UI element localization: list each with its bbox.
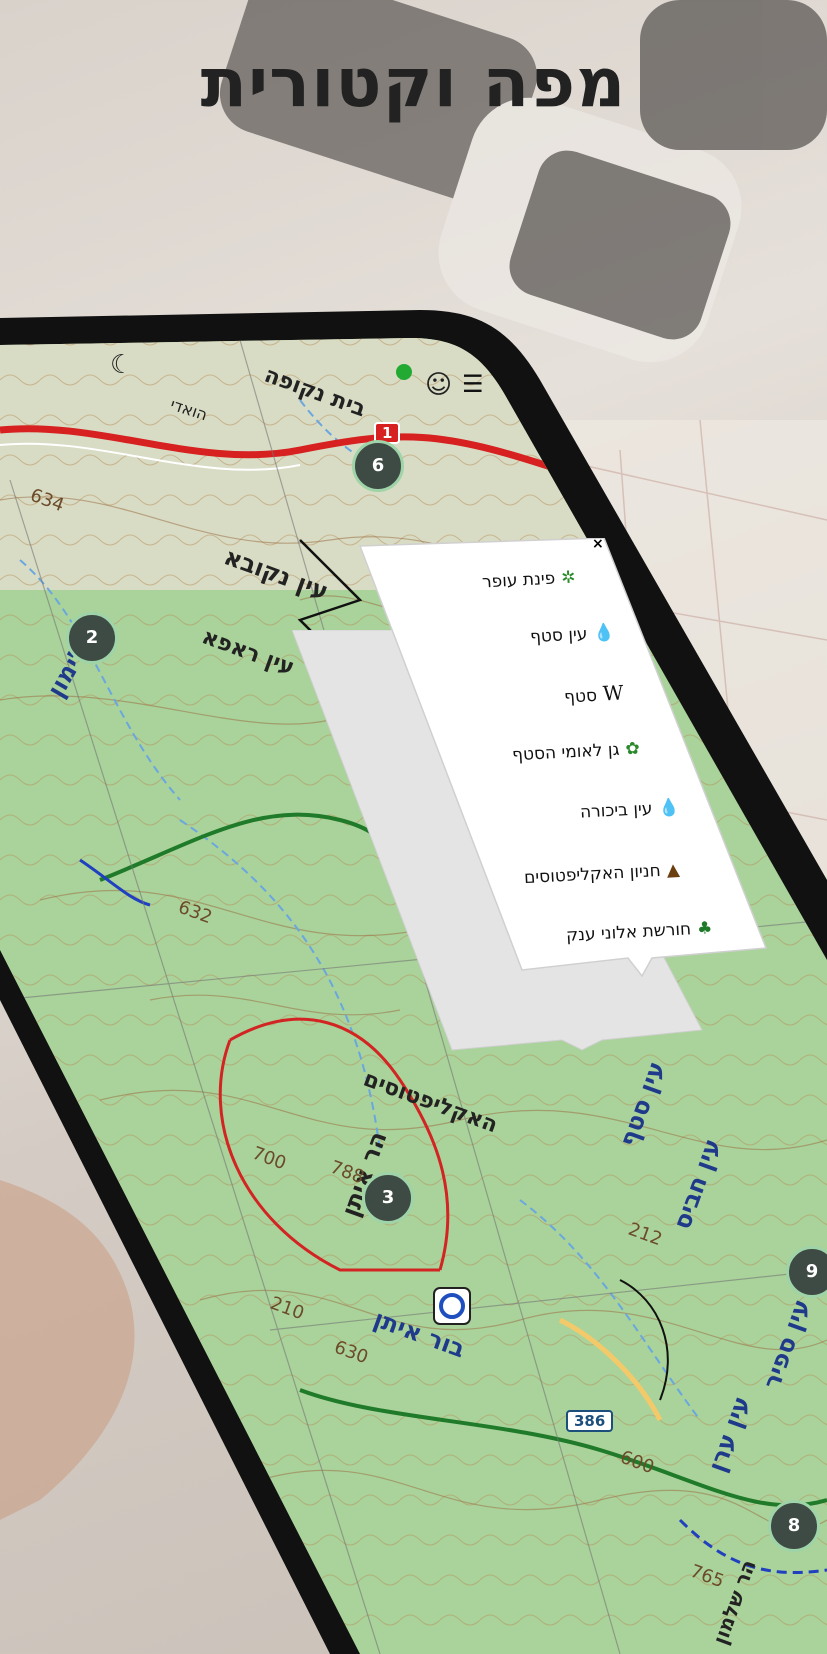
spring-icon: 💧 (657, 797, 681, 819)
page-title: מפה וקטורית (200, 44, 627, 123)
popup-item-label: סטף (563, 685, 598, 708)
moon-icon: ☾ (110, 350, 134, 380)
popup-close-button[interactable]: × (592, 536, 604, 552)
popup-item-sataf-wiki[interactable]: Wסטף (563, 680, 624, 707)
poi-cluster-marker[interactable]: 3 (362, 1172, 414, 1224)
grove-icon: ♣ (696, 918, 713, 939)
poi-cluster-marker[interactable]: 6 (352, 440, 404, 492)
poi-cluster-marker[interactable]: 8 (768, 1500, 820, 1552)
national-park-icon: ✿ (624, 738, 641, 760)
road-shield: 386 (566, 1410, 614, 1432)
campsite-icon: ▲ (666, 859, 681, 881)
menu-icon[interactable]: ☰ (462, 370, 484, 398)
wikipedia-icon: W (602, 680, 625, 706)
popup-item-label: פינת עופר (481, 568, 556, 593)
popup-item-label: עין סטף (529, 624, 588, 648)
poi-cluster-marker[interactable]: 2 (66, 612, 118, 664)
popup-item-label: עין ביכורה (579, 798, 653, 823)
smiley-icon[interactable]: ☺ (425, 370, 452, 400)
status-dot (396, 364, 412, 380)
spring-icon: 💧 (592, 622, 616, 644)
viewpoint-icon: ✲ (560, 567, 577, 589)
location-marker-icon[interactable] (430, 1284, 474, 1328)
